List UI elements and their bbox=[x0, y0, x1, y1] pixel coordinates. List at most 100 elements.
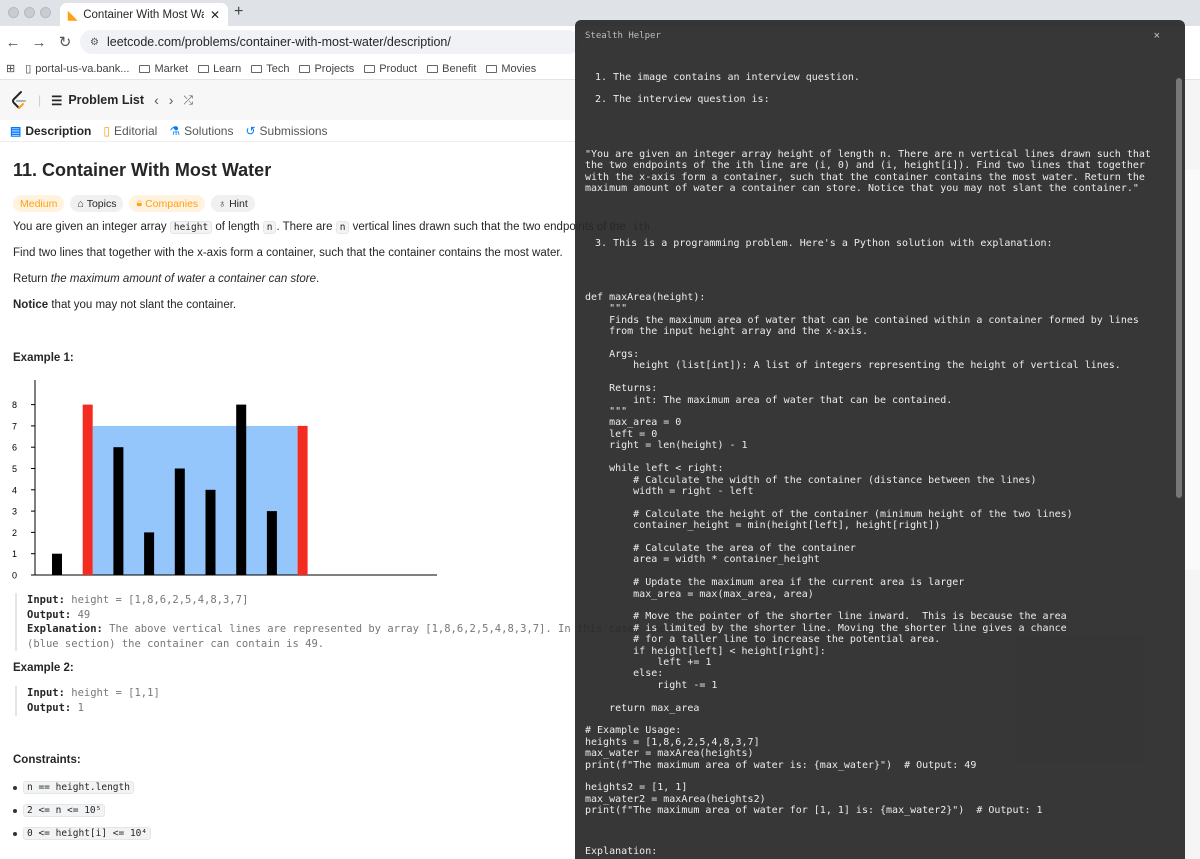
close-icon[interactable]: × bbox=[1154, 30, 1160, 42]
highlight-bar bbox=[297, 425, 308, 575]
url-text: leetcode.com/problems/container-with-mos… bbox=[106, 35, 451, 49]
description-tabs: ▤ Description ▯ Editorial ⚗ Solutions ↺ Subm… bbox=[0, 120, 575, 142]
bookmark-item[interactable]: Benefit bbox=[427, 63, 476, 75]
bookmark-item[interactable]: ▯ portal-us-va.bank... bbox=[25, 62, 129, 76]
overlay-code-solution: def maxArea(height): """ Finds the maxim… bbox=[585, 292, 1139, 817]
bookmark-item[interactable]: Projects bbox=[299, 63, 354, 75]
height-bar bbox=[174, 468, 185, 575]
height-bar bbox=[266, 511, 277, 575]
constraint-item: 2 <= n <= 10⁵ bbox=[13, 804, 106, 817]
y-tick-label: 6 bbox=[12, 443, 17, 453]
y-tick-label: 4 bbox=[12, 485, 17, 495]
example-2-box: Input: height = [1,1] Output: 1 bbox=[15, 686, 160, 716]
browser-tab-title: Container With Most Water - bbox=[83, 8, 204, 21]
height-bar bbox=[113, 447, 124, 575]
tab-editorial[interactable]: ▯ Editorial bbox=[103, 124, 157, 138]
maximize-window-button[interactable] bbox=[40, 7, 51, 18]
problem-paragraph-4: Notice that you may not slant the contai… bbox=[13, 299, 237, 311]
lock-icon: 🔒︎ bbox=[136, 197, 143, 209]
folder-icon bbox=[364, 64, 376, 73]
overlay-trailing-text: Explanation: bbox=[585, 846, 658, 857]
new-tab-icon[interactable]: + bbox=[234, 3, 243, 21]
hint-tag[interactable]: ♁ Hint bbox=[211, 195, 255, 212]
constraint-item: 0 <= height[i] <= 10⁴ bbox=[13, 827, 152, 840]
difficulty-badge: Medium bbox=[13, 195, 65, 212]
apps-grid-icon[interactable]: ⊞ bbox=[6, 62, 15, 75]
stealth-helper-overlay: Stealth Helper × 1. The image contains a… bbox=[575, 20, 1185, 859]
folder-icon bbox=[198, 64, 210, 73]
url-bar[interactable]: ⚙ leetcode.com/problems/container-with-m… bbox=[80, 30, 580, 54]
tag-icon: ⌂ bbox=[77, 197, 84, 210]
y-tick-label: 5 bbox=[12, 464, 17, 474]
height-bar bbox=[52, 553, 62, 575]
back-icon[interactable]: ← bbox=[0, 34, 26, 51]
folder-icon bbox=[486, 64, 498, 73]
overlay-line-1: 1. The image contains an interview quest… bbox=[595, 72, 860, 83]
editorial-icon: ▯ bbox=[103, 123, 110, 138]
solutions-icon: ⚗ bbox=[169, 123, 181, 138]
folder-icon bbox=[299, 64, 311, 73]
example-2-heading: Example 2: bbox=[13, 662, 74, 674]
overlay-question-quote: "You are given an integer array height o… bbox=[585, 149, 1151, 195]
bookmark-item[interactable]: Learn bbox=[198, 63, 241, 75]
overlay-line-3: 3. This is a programming problem. Here's… bbox=[595, 238, 1053, 249]
bookmark-item[interactable]: Movies bbox=[486, 63, 536, 75]
tab-description[interactable]: ▤ Description bbox=[10, 124, 91, 138]
example-1-heading: Example 1: bbox=[13, 352, 74, 364]
container-chart: 0 1 2 3 4 5 6 7 8 bbox=[12, 380, 437, 581]
bookmark-item[interactable]: Market bbox=[139, 63, 188, 75]
y-tick-label: 7 bbox=[12, 421, 17, 431]
forward-icon[interactable]: → bbox=[26, 34, 52, 51]
bookmark-item[interactable]: Tech bbox=[251, 63, 289, 75]
close-window-button[interactable] bbox=[8, 7, 19, 18]
constraint-item: n == height.length bbox=[13, 781, 134, 794]
description-icon: ▤ bbox=[10, 123, 22, 138]
example-1-box: Input: height = [1,8,6,2,5,4,8,3,7] Outpu… bbox=[15, 593, 665, 651]
reload-icon[interactable]: ↻ bbox=[52, 33, 78, 51]
leetcode-logo-icon[interactable] bbox=[10, 90, 28, 110]
list-icon: ☰ bbox=[51, 93, 63, 108]
leetcode-favicon-icon: ◣ bbox=[68, 7, 78, 22]
shuffle-icon[interactable]: ⤮ bbox=[183, 93, 193, 108]
close-tab-icon[interactable]: ✕ bbox=[210, 8, 220, 22]
tab-solutions[interactable]: ⚗ Solutions bbox=[169, 124, 233, 138]
y-tick-label: 1 bbox=[12, 549, 17, 559]
browser-tab[interactable]: ◣ Container With Most Water - ✕ bbox=[60, 3, 228, 26]
companies-tag[interactable]: 🔒︎ Companies bbox=[129, 195, 206, 212]
folder-icon bbox=[251, 64, 263, 73]
submissions-icon: ↺ bbox=[245, 123, 256, 138]
lightbulb-icon: ♁ bbox=[218, 197, 227, 210]
next-problem-icon[interactable]: › bbox=[169, 92, 174, 108]
problem-description: 11. Container With Most Water Medium ⌂ To… bbox=[13, 150, 654, 364]
minimize-window-button[interactable] bbox=[24, 7, 35, 18]
prev-problem-icon[interactable]: ‹ bbox=[154, 92, 159, 108]
bookmark-item[interactable]: Product bbox=[364, 63, 417, 75]
problem-tags: Medium ⌂ Topics 🔒︎ Companies ♁ Hint bbox=[13, 195, 573, 212]
leetcode-header: | ☰ Problem List ‹ › ⤮ bbox=[0, 80, 575, 120]
page-icon: ▯ bbox=[25, 63, 32, 75]
problem-list-button[interactable]: ☰ Problem List bbox=[51, 93, 144, 108]
header-divider: | bbox=[38, 93, 42, 107]
height-bar bbox=[144, 532, 155, 575]
overlay-title: Stealth Helper bbox=[585, 31, 661, 41]
height-bar bbox=[236, 404, 247, 575]
y-tick-label: 8 bbox=[12, 400, 17, 410]
y-tick-label: 0 bbox=[12, 571, 17, 581]
problem-paragraph-3: Return the maximum amount of water a con… bbox=[13, 273, 320, 285]
site-settings-icon[interactable]: ⚙ bbox=[90, 37, 99, 48]
y-tick-label: 2 bbox=[12, 528, 17, 538]
tab-submissions[interactable]: ↺ Submissions bbox=[245, 124, 327, 138]
problem-title: 11. Container With Most Water bbox=[13, 160, 272, 180]
topics-tag[interactable]: ⌂ Topics bbox=[70, 195, 124, 212]
overlay-line-2: 2. The interview question is: bbox=[595, 94, 770, 105]
folder-icon bbox=[139, 64, 151, 73]
constraints-heading: Constraints: bbox=[13, 754, 81, 766]
problem-paragraph-1: You are given an integer array height of… bbox=[13, 220, 654, 235]
water-area bbox=[92, 425, 298, 575]
highlight-bar bbox=[82, 404, 93, 575]
problem-paragraph-2: Find two lines that together with the x-… bbox=[13, 247, 563, 259]
height-bar bbox=[205, 489, 216, 575]
folder-icon bbox=[427, 64, 439, 73]
overlay-scrollbar[interactable] bbox=[1176, 78, 1182, 498]
y-tick-label: 3 bbox=[12, 507, 17, 517]
